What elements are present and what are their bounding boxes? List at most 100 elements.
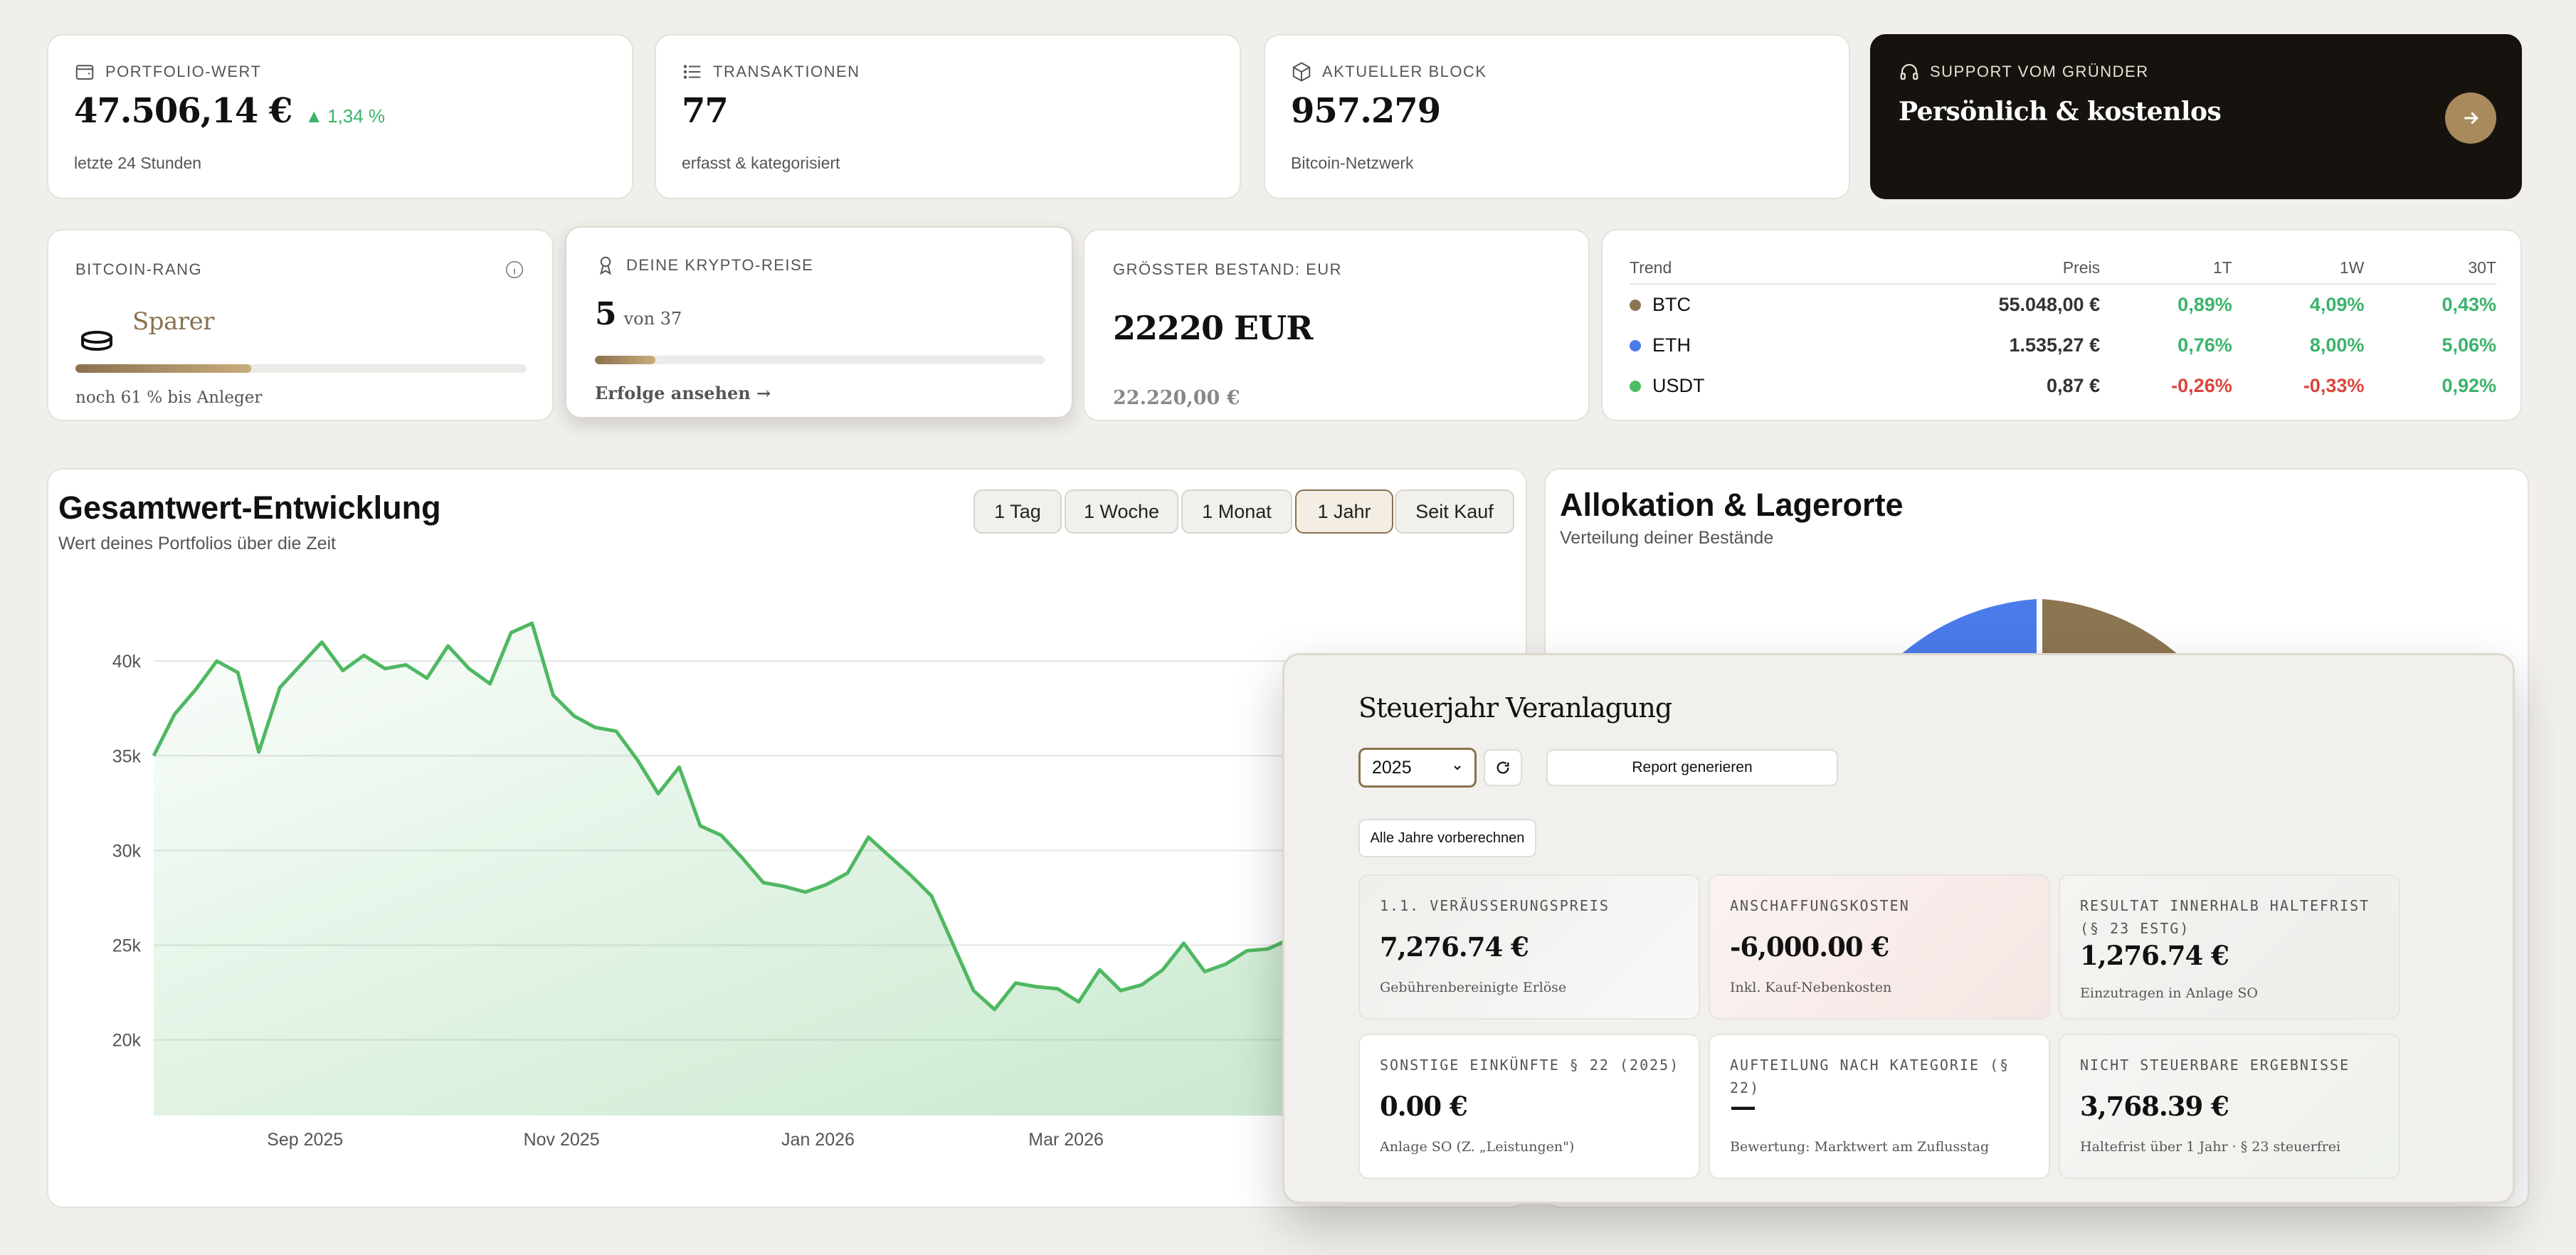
trend-asset-name: ETH: [1652, 334, 1691, 356]
tax-card-value: -6,000.00 €: [1730, 931, 1889, 963]
tax-card-sub: Gebührenbereinigte Erlöse: [1380, 980, 1567, 995]
tax-summary-card: AUFTEILUNG NACH KATEGORIE (§ 22) — Bewertu…: [1709, 1034, 2050, 1179]
rank-sub: noch 61 % bis Anleger: [75, 388, 263, 407]
tax-card-sub: Einzutragen in Anlage SO: [2080, 985, 2258, 1001]
trend-change-1t: 0,76%: [2178, 334, 2232, 356]
tax-modal: Steuerjahr Veranlagung 2025 Report gener…: [1282, 653, 2515, 1204]
y-tick-label: 35k: [112, 746, 142, 766]
trend-change-1w: 8,00%: [2309, 334, 2365, 356]
trend-change-30t: 0,43%: [2442, 294, 2497, 315]
tax-card-value: 0.00 €: [1380, 1091, 1468, 1122]
block-sub: Bitcoin-Netzwerk: [1291, 154, 1414, 172]
medal-icon: [600, 256, 611, 275]
tax-card-label: NICHT STEUERBARE ERGEBNISSE: [2080, 1057, 2350, 1074]
support-card[interactable]: SUPPORT VOM GRÜNDER Persönlich & kostenl…: [1870, 34, 2522, 199]
support-label: SUPPORT VOM GRÜNDER: [1930, 63, 2149, 80]
portfolio-label: PORTFOLIO-WERT: [105, 63, 262, 80]
largest-value: 22220 EUR: [1113, 309, 1313, 347]
tax-card-value: 3,768.39 €: [2080, 1091, 2229, 1122]
tax-card-sub: Inkl. Kauf-Nebenkosten: [1730, 980, 1892, 995]
coins-icon: [81, 331, 112, 351]
trend-header-price: Preis: [2062, 258, 2101, 277]
portfolio-value: 47.506,14 €: [74, 91, 292, 131]
portfolio-change: 1,34 %: [327, 105, 386, 127]
chevron-down-icon: [1454, 766, 1461, 771]
y-tick-label: 25k: [112, 936, 142, 955]
tax-summary-card: 1.1. VERÄUSSERUNGSPREIS 7,276.74 € Gebühre…: [1358, 874, 1700, 1020]
trend-change-30t: 0,92%: [2442, 375, 2497, 396]
trend-change-1w: 4,09%: [2309, 294, 2365, 315]
x-tick-label: Sep 2025: [267, 1130, 343, 1150]
trend-asset-cell: USDT: [1630, 375, 1913, 397]
refresh-button[interactable]: [1484, 749, 1522, 786]
transactions-label: TRANSAKTIONEN: [713, 63, 860, 80]
arrow-right-icon: [2464, 112, 2479, 125]
portfolio-sub: letzte 24 Stunden: [74, 154, 202, 172]
tax-card-value: 7,276.74 €: [1380, 931, 1529, 963]
asset-color-dot: [1630, 380, 1641, 392]
transactions-sub: erfasst & kategorisiert: [682, 154, 840, 172]
headset-icon: [1900, 63, 1918, 80]
tax-modal-title: Steuerjahr Veranlagung: [1358, 692, 1672, 724]
tax-card-label: SONSTIGE EINKÜNFTE § 22 (2025): [1380, 1057, 1680, 1074]
support-arrow-button[interactable]: [2445, 92, 2496, 144]
rank-label: BITCOIN-RANG: [75, 260, 203, 278]
journey-label: DEINE KRYPTO-REISE: [626, 256, 814, 274]
block-value: 957.279: [1291, 91, 1441, 131]
wallet-icon: [75, 65, 94, 80]
trend-row-usdt[interactable]: USDT 0,87 € -0,26% -0,33% 0,92%: [1630, 366, 2496, 406]
largest-label: GRÖSSTER BESTAND: EUR: [1113, 260, 1343, 278]
trend-price: 55.048,00 €: [1998, 294, 2101, 315]
trend-asset-cell: ETH: [1630, 334, 1913, 356]
rank-card: BITCOIN-RANG Sparer noch 61 % bis Anlege…: [47, 229, 554, 421]
generate-report-button[interactable]: Report generieren: [1546, 749, 1838, 786]
journey-total: von 37: [623, 309, 682, 329]
asset-color-dot: [1630, 339, 1641, 351]
rank-progress-fill: [75, 364, 252, 373]
trend-table: Trend Preis 1T 1W 30T BTC 55.048,00 € 0,89…: [1630, 252, 2496, 406]
y-tick-label: 30k: [112, 841, 142, 861]
refresh-icon: [1496, 761, 1509, 774]
portfolio-card: PORTFOLIO-WERT 47.506,14 € ▲ 1,34 % letz…: [47, 34, 633, 199]
triangle-up-icon: ▲: [305, 105, 324, 127]
x-tick-label: Nov 2025: [524, 1130, 600, 1150]
journey-progress-fill: [595, 356, 656, 364]
tax-card-value: —: [1730, 1091, 1756, 1122]
tax-summary-card: ANSCHAFFUNGSKOSTEN -6,000.00 € Inkl. Kauf-…: [1709, 874, 2050, 1020]
tax-card-label: 1.1. VERÄUSSERUNGSPREIS: [1380, 897, 1610, 914]
trend-asset-name: BTC: [1652, 294, 1691, 315]
trend-price: 1.535,27 €: [2009, 334, 2101, 356]
trend-row-btc[interactable]: BTC 55.048,00 € 0,89% 4,09% 0,43%: [1630, 285, 2496, 325]
trend-change-1t: -0,26%: [2171, 375, 2232, 396]
cube-icon: [1292, 62, 1311, 82]
block-card: AKTUELLER BLOCK 957.279 Bitcoin-Netzwerk: [1264, 34, 1850, 199]
tax-summary-card: SONSTIGE EINKÜNFTE § 22 (2025) 0.00 € Anla…: [1358, 1034, 1700, 1179]
precompute-all-button[interactable]: Alle Jahre vorberechnen: [1358, 819, 1536, 857]
largest-sub: 22.220,00 €: [1113, 387, 1240, 409]
asset-color-dot: [1630, 299, 1641, 311]
y-tick-label: 40k: [112, 652, 142, 672]
tax-year-select[interactable]: 2025: [1358, 748, 1477, 788]
tax-summary-card: NICHT STEUERBARE ERGEBNISSE 3,768.39 € Hal…: [2059, 1034, 2400, 1179]
journey-card[interactable]: DEINE KRYPTO-REISE 5 von 37 Erfolge anse…: [565, 226, 1073, 418]
journey-link[interactable]: Erfolge ansehen →: [595, 383, 771, 403]
journey-current: 5: [595, 296, 617, 332]
trend-change-30t: 5,06%: [2442, 334, 2497, 356]
trend-row-eth[interactable]: ETH 1.535,27 € 0,76% 8,00% 5,06%: [1630, 325, 2496, 366]
trend-table-card: Trend Preis 1T 1W 30T BTC 55.048,00 € 0,89…: [1601, 229, 2522, 421]
trend-price: 0,87 €: [2047, 375, 2101, 396]
y-tick-label: 20k: [112, 1031, 142, 1051]
tax-card-sub: Haltefrist über 1 Jahr · § 23 steuerfrei: [2080, 1139, 2341, 1155]
tax-card-label: RESULTAT INNERHALB HALTEFRIST (§ 23 ESTG…: [2080, 897, 2370, 937]
tax-card-value: 1,276.74 €: [2080, 940, 2229, 971]
block-label: AKTUELLER BLOCK: [1322, 63, 1487, 80]
tax-card-sub: Anlage SO (Z. „Leistungen"): [1380, 1139, 1575, 1155]
journey-progress-track: [595, 356, 1045, 364]
transactions-card: TRANSAKTIONEN 77 erfasst & kategorisiert: [655, 34, 1241, 199]
x-tick-label: Mar 2026: [1028, 1130, 1104, 1150]
rank-progress-track: [75, 364, 527, 373]
info-icon[interactable]: [504, 259, 525, 280]
area-fill: [154, 623, 1436, 1116]
tax-year-value: 2025: [1372, 757, 1412, 778]
tax-summary-card: RESULTAT INNERHALB HALTEFRIST (§ 23 ESTG…: [2059, 874, 2400, 1020]
